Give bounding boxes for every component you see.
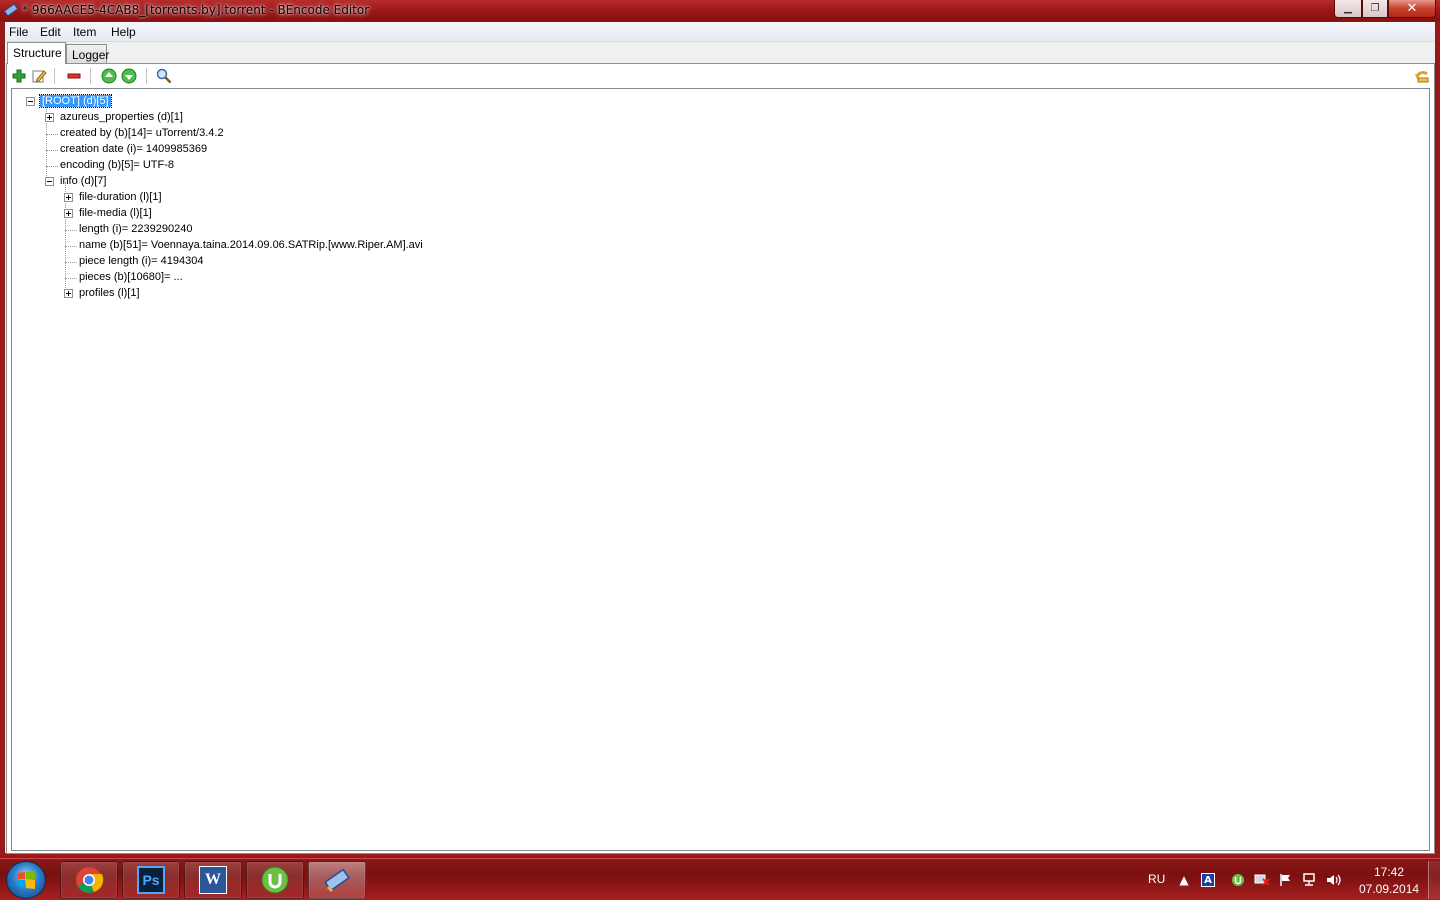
tree-connector — [46, 134, 58, 135]
taskbar-photoshop[interactable]: Ps — [122, 861, 180, 899]
menu-item[interactable]: Item — [73, 25, 96, 39]
menu-help[interactable]: Help — [111, 25, 136, 39]
undo-button[interactable] — [1413, 67, 1431, 85]
edit-button[interactable] — [30, 67, 48, 85]
expand-icon[interactable] — [64, 289, 73, 298]
taskbar-bencode-editor[interactable] — [308, 861, 366, 899]
photoshop-icon: Ps — [137, 866, 165, 894]
chrome-icon — [76, 867, 104, 893]
app-window: * 966AACE5-4CAB8_[torrents.by].torrent -… — [0, 0, 1440, 858]
tray-utorrent-icon[interactable] — [1230, 872, 1246, 888]
windows-logo-icon — [17, 871, 35, 889]
tree-node-name[interactable]: name (b)[51]= Voennaya.taina.2014.09.06.… — [79, 237, 423, 253]
bencode-tree[interactable]: [ROOT] (d)[5] azureus_properties (d)[1] … — [11, 88, 1430, 851]
tray-network-blocked-icon[interactable] — [1254, 872, 1270, 888]
move-down-button[interactable] — [120, 67, 138, 85]
tree-node-profiles[interactable]: profiles (l)[1] — [79, 285, 140, 301]
tree-node-azureus-properties[interactable]: azureus_properties (d)[1] — [60, 109, 183, 125]
tree-node-creation-date[interactable]: creation date (i)= 1409985369 — [60, 141, 207, 157]
bencode-app-icon — [3, 3, 19, 17]
minimize-button[interactable]: ▁ — [1334, 0, 1362, 18]
tree-connector — [65, 278, 77, 279]
tray-network-icon[interactable] — [1302, 872, 1318, 888]
bencode-editor-icon — [324, 868, 350, 893]
show-desktop-button[interactable] — [1428, 861, 1440, 899]
tree-node-file-media[interactable]: file-media (l)[1] — [79, 205, 152, 221]
tree-node-file-duration[interactable]: file-duration (l)[1] — [79, 189, 162, 205]
title-bar[interactable]: * 966AACE5-4CAB8_[torrents.by].torrent -… — [0, 0, 1440, 21]
tree-connector — [65, 230, 77, 231]
tree-node-created-by[interactable]: created by (b)[14]= uTorrent/3.4.2 — [60, 125, 224, 141]
language-indicator[interactable]: RU — [1148, 872, 1165, 886]
search-icon — [156, 68, 172, 84]
move-up-icon — [101, 68, 117, 84]
clock-time[interactable]: 17:42 — [1374, 865, 1404, 879]
restore-icon: ❐ — [1370, 3, 1380, 14]
word-label: W — [205, 871, 221, 888]
structure-panel: [ROOT] (d)[5] azureus_properties (d)[1] … — [6, 63, 1435, 854]
minimize-icon: ▁ — [1344, 3, 1352, 14]
volume-icon[interactable] — [1326, 872, 1342, 888]
tab-strip: Structure Logger — [5, 42, 1435, 64]
taskbar: Ps W RU — [0, 858, 1440, 900]
tree-node-root[interactable]: [ROOT] (d)[5] — [39, 93, 112, 109]
undo-icon — [1415, 71, 1429, 83]
window-title: * 966AACE5-4CAB8_[torrents.by].torrent -… — [22, 3, 370, 17]
tree-node-pieces[interactable]: pieces (b)[10680]= ... — [79, 269, 183, 285]
show-hidden-icons-icon[interactable]: ▲ — [1176, 872, 1192, 888]
taskbar-word[interactable]: W — [184, 861, 242, 899]
tree-connector — [65, 262, 77, 263]
tab-logger[interactable]: Logger — [66, 44, 109, 64]
tab-structure[interactable]: Structure — [7, 42, 66, 64]
tree-connector — [65, 246, 77, 247]
toolbar-separator — [146, 68, 147, 84]
toolbar-separator — [90, 68, 91, 84]
start-button[interactable] — [6, 861, 46, 899]
tree-node-label: [ROOT] (d)[5] — [39, 94, 112, 108]
edit-icon — [32, 70, 47, 83]
remove-icon — [67, 73, 81, 79]
add-icon — [12, 69, 26, 83]
tree-connector — [46, 150, 58, 151]
word-icon: W — [199, 866, 227, 894]
collapse-icon[interactable] — [45, 177, 54, 186]
move-up-button[interactable] — [100, 67, 118, 85]
maximize-button[interactable]: ❐ — [1362, 0, 1388, 18]
add-button[interactable] — [10, 67, 28, 85]
taskbar-utorrent[interactable] — [246, 861, 304, 899]
search-button[interactable] — [155, 67, 173, 85]
toolbar — [7, 64, 1434, 88]
photoshop-label: Ps — [142, 872, 160, 888]
move-down-icon — [121, 68, 137, 84]
clock-date[interactable]: 07.09.2014 — [1359, 882, 1419, 896]
tree-node-encoding[interactable]: encoding (b)[5]= UTF-8 — [60, 157, 174, 173]
remove-button[interactable] — [65, 67, 83, 85]
utorrent-icon — [261, 866, 289, 894]
close-button[interactable]: ✕ — [1388, 0, 1436, 18]
tree-node-length[interactable]: length (i)= 2239290240 — [79, 221, 192, 237]
expand-icon[interactable] — [64, 193, 73, 202]
menu-bar: File Edit Item Help — [5, 22, 1435, 42]
close-icon: ✕ — [1406, 1, 1418, 16]
toolbar-separator — [54, 68, 55, 84]
tray-app-a-icon[interactable]: A — [1200, 872, 1216, 888]
action-center-flag-icon[interactable] — [1278, 872, 1294, 888]
expand-icon[interactable] — [45, 113, 54, 122]
tree-node-piece-length[interactable]: piece length (i)= 4194304 — [79, 253, 203, 269]
collapse-icon[interactable] — [26, 97, 35, 106]
tree-connector — [46, 166, 58, 167]
tree-node-info[interactable]: info (d)[7] — [60, 173, 106, 189]
menu-edit[interactable]: Edit — [40, 25, 61, 39]
tray-a-label: A — [1201, 873, 1215, 887]
client-area: File Edit Item Help Structure Logger [RO… — [4, 21, 1436, 854]
menu-file[interactable]: File — [9, 25, 28, 39]
expand-icon[interactable] — [64, 209, 73, 218]
taskbar-chrome[interactable] — [60, 861, 118, 899]
